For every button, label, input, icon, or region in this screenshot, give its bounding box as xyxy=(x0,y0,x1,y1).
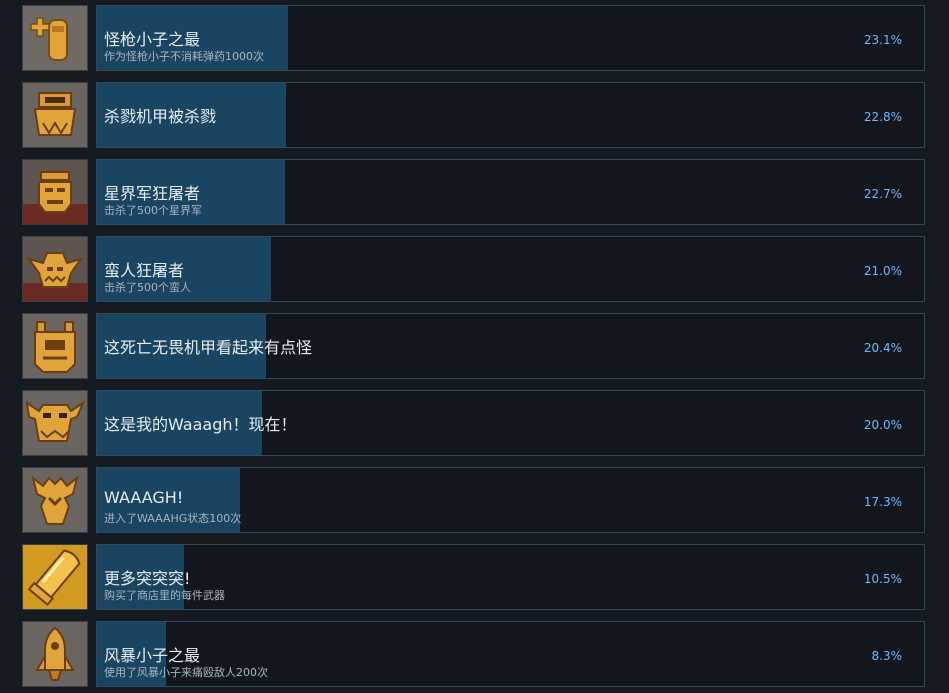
achievement-row[interactable]: 怪枪小子之最 作为怪枪小子不消耗弹药1000次 23.1% xyxy=(0,0,949,77)
achievement-title: 风暴小子之最 xyxy=(104,646,201,665)
unlock-percent: 8.3% xyxy=(871,649,903,663)
achievement-description: 击杀了500个星界军 xyxy=(104,204,202,217)
achievement-panel: 风暴小子之最 使用了风暴小子来痛殴敌人200次 8.3% xyxy=(96,621,925,687)
achievement-row[interactable]: 这是我的Waaagh！现在！ 20.0% xyxy=(0,385,949,462)
unlock-percent: 20.4% xyxy=(863,341,902,355)
achievement-row[interactable]: 更多突突突! 购买了商店里的每件武器 10.5% xyxy=(0,539,949,616)
guardsman-head-icon xyxy=(22,159,88,225)
unlock-percent: 20.0% xyxy=(863,418,902,432)
killa-kan-icon xyxy=(22,82,88,148)
unlock-percent: 23.1% xyxy=(863,33,902,47)
achievement-row[interactable]: 星界军狂屠者 击杀了500个星界军 22.7% xyxy=(0,154,949,231)
achievement-description: 击杀了500个蛮人 xyxy=(104,281,191,294)
ork-glyph-icon xyxy=(22,467,88,533)
achievement-panel: WAAAGH! 进入了WAAAHG状态100次 17.3% xyxy=(96,467,925,533)
achievement-row[interactable]: 风暴小子之最 使用了风暴小子来痛殴敌人200次 8.3% xyxy=(0,616,949,693)
horned-helmet-icon xyxy=(22,390,88,456)
unlock-percent: 17.3% xyxy=(863,495,902,509)
achievement-row[interactable]: WAAAGH! 进入了WAAAHG状态100次 17.3% xyxy=(0,462,949,539)
unlock-percent: 22.7% xyxy=(863,187,902,201)
achievement-title: 这死亡无畏机甲看起来有点怪 xyxy=(104,338,313,357)
unlock-percent: 22.8% xyxy=(863,110,902,124)
achievement-title: 更多突突突! xyxy=(104,569,191,588)
achievement-row[interactable]: 杀戮机甲被杀戮 22.8% xyxy=(0,77,949,154)
ork-head-icon xyxy=(22,236,88,302)
achievement-title: WAAAGH! xyxy=(104,488,184,507)
stormboy-rocket-icon xyxy=(22,621,88,687)
achievement-panel: 杀戮机甲被杀戮 22.8% xyxy=(96,82,925,148)
achievement-title: 这是我的Waaagh！现在！ xyxy=(104,415,297,434)
achievement-title: 蛮人狂屠者 xyxy=(104,261,185,280)
achievement-description: 进入了WAAAHG状态100次 xyxy=(104,512,242,525)
achievement-title: 星界军狂屠者 xyxy=(104,184,201,203)
achievement-panel: 这是我的Waaagh！现在！ 20.0% xyxy=(96,390,925,456)
achievement-row[interactable]: 蛮人狂屠者 击杀了500个蛮人 21.0% xyxy=(0,231,949,308)
achievement-title: 杀戮机甲被杀戮 xyxy=(104,107,217,126)
achievement-panel: 更多突突突! 购买了商店里的每件武器 10.5% xyxy=(96,544,925,610)
achievement-panel: 星界军狂屠者 击杀了500个星界军 22.7% xyxy=(96,159,925,225)
achievement-description: 作为怪枪小子不消耗弹药1000次 xyxy=(104,50,264,63)
achievement-panel: 怪枪小子之最 作为怪枪小子不消耗弹药1000次 23.1% xyxy=(96,5,925,71)
bullet-icon xyxy=(22,544,88,610)
achievement-title: 怪枪小子之最 xyxy=(104,30,201,49)
unlock-percent: 21.0% xyxy=(863,264,902,278)
achievement-row[interactable]: 这死亡无畏机甲看起来有点怪 20.4% xyxy=(0,308,949,385)
achievement-description: 购买了商店里的每件武器 xyxy=(104,589,225,602)
achievement-description: 使用了风暴小子来痛殴敌人200次 xyxy=(104,666,268,679)
achievement-panel: 蛮人狂屠者 击杀了500个蛮人 21.0% xyxy=(96,236,925,302)
unlock-percent: 10.5% xyxy=(863,572,902,586)
achievement-panel: 这死亡无畏机甲看起来有点怪 20.4% xyxy=(96,313,925,379)
deff-dread-icon xyxy=(22,313,88,379)
ammo-pack-icon xyxy=(22,5,88,71)
